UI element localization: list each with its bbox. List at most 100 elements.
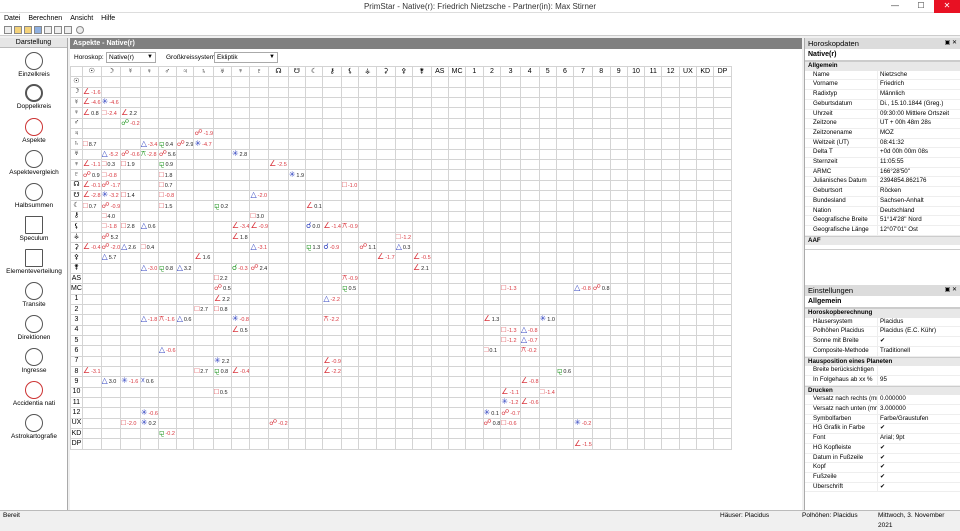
close-button[interactable]: ✕: [934, 0, 960, 13]
aspect-cell[interactable]: △3.2: [175, 262, 195, 274]
aspect-cell[interactable]: [120, 428, 141, 440]
aspect-cell[interactable]: [322, 303, 342, 316]
aspect-cell[interactable]: [555, 262, 575, 274]
aspect-cell[interactable]: [430, 190, 449, 202]
aspect-cell[interactable]: [465, 200, 484, 212]
aspect-cell[interactable]: [555, 117, 575, 130]
aspect-cell[interactable]: ✳0.2: [139, 417, 159, 430]
aspect-cell[interactable]: [626, 231, 646, 243]
aspect-cell[interactable]: [591, 324, 611, 336]
aspect-cell[interactable]: [482, 210, 502, 223]
aspect-cell[interactable]: [713, 138, 732, 150]
aspect-cell[interactable]: [591, 169, 611, 181]
aspect-cell[interactable]: [626, 376, 646, 388]
aspect-cell[interactable]: [193, 407, 215, 419]
aspect-cell[interactable]: [175, 355, 195, 367]
aspect-cell[interactable]: [120, 169, 141, 181]
aspect-cell[interactable]: [175, 190, 195, 202]
aspect-cell[interactable]: [376, 283, 396, 295]
property-row[interactable]: Uhrzeit 09:30:00 Mittlere Ortszeit: [805, 109, 960, 120]
aspect-cell[interactable]: [661, 190, 680, 202]
aspect-cell[interactable]: [175, 365, 195, 378]
aspect-cell[interactable]: [249, 138, 270, 150]
aspect-cell[interactable]: [358, 117, 378, 130]
aspect-cell[interactable]: [696, 179, 715, 192]
aspect-cell[interactable]: [394, 293, 413, 305]
aspect-cell[interactable]: [213, 190, 232, 202]
aspect-cell[interactable]: □-0.6: [500, 417, 521, 430]
aspect-cell[interactable]: [340, 138, 360, 150]
aspect-cell[interactable]: [465, 179, 484, 192]
aspect-cell[interactable]: [358, 179, 378, 192]
aspect-cell[interactable]: [376, 376, 396, 388]
aspect-cell[interactable]: [538, 210, 557, 223]
aspect-cell[interactable]: [249, 438, 270, 450]
aspect-cell[interactable]: [81, 148, 102, 161]
aspect-cell[interactable]: [100, 386, 122, 399]
aspect-cell[interactable]: ✳-1.6: [120, 376, 141, 388]
aspect-cell[interactable]: [394, 417, 413, 430]
aspect-cell[interactable]: [696, 252, 715, 264]
aspect-cell[interactable]: [573, 428, 593, 440]
aspect-cell[interactable]: □0.4: [139, 241, 159, 254]
aspect-cell[interactable]: [81, 417, 102, 430]
aspect-cell[interactable]: [573, 386, 593, 399]
aspect-cell[interactable]: [81, 345, 102, 357]
aspect-cell[interactable]: [322, 417, 342, 430]
aspect-cell[interactable]: [609, 293, 628, 305]
aspect-cell[interactable]: [500, 241, 521, 254]
nav-aspekte[interactable]: Aspekte: [0, 118, 68, 144]
aspect-cell[interactable]: [376, 428, 396, 440]
aspect-cell[interactable]: [555, 97, 575, 109]
aspect-cell[interactable]: [626, 293, 646, 305]
aspect-cell[interactable]: [538, 200, 557, 212]
aspect-cell[interactable]: [696, 438, 715, 450]
aspect-cell[interactable]: [447, 138, 467, 150]
aspect-cell[interactable]: [626, 283, 646, 295]
aspect-cell[interactable]: [519, 138, 540, 150]
aspect-cell[interactable]: [394, 210, 413, 223]
aspect-cell[interactable]: [661, 117, 680, 130]
aspect-cell[interactable]: ⚼-0.2: [157, 428, 177, 440]
aspect-cell[interactable]: [482, 365, 502, 378]
aspect-cell[interactable]: [213, 159, 232, 171]
aspect-cell[interactable]: [696, 138, 715, 150]
aspect-cell[interactable]: ∠1.8: [230, 231, 251, 243]
aspect-cell[interactable]: [157, 221, 177, 233]
aspect-cell[interactable]: [644, 262, 663, 274]
aspect-cell[interactable]: [573, 262, 593, 274]
aspect-cell[interactable]: [696, 345, 715, 357]
aspect-cell[interactable]: [519, 252, 540, 264]
aspect-cell[interactable]: [678, 107, 698, 119]
aspect-cell[interactable]: [609, 107, 628, 119]
aspect-cell[interactable]: [175, 345, 195, 357]
aspect-cell[interactable]: [696, 314, 715, 326]
aspect-cell[interactable]: [411, 283, 432, 295]
aspect-cell[interactable]: [696, 190, 715, 202]
aspect-cell[interactable]: [193, 324, 215, 336]
aspect-cell[interactable]: [394, 117, 413, 130]
aspect-cell[interactable]: [538, 438, 557, 450]
aspect-cell[interactable]: [376, 190, 396, 202]
aspect-cell[interactable]: [626, 314, 646, 326]
aspect-cell[interactable]: [538, 97, 557, 109]
aspect-cell[interactable]: [358, 283, 378, 295]
aspect-cell[interactable]: [358, 355, 378, 367]
aspect-cell[interactable]: [322, 148, 342, 161]
aspect-cell[interactable]: [358, 97, 378, 109]
aspect-cell[interactable]: [661, 303, 680, 316]
aspect-cell[interactable]: [713, 190, 732, 202]
nav-aspektevergleich[interactable]: Aspektevergleich: [0, 150, 68, 176]
aspect-cell[interactable]: □2.2: [213, 272, 232, 285]
aspect-cell[interactable]: [249, 159, 270, 171]
aspect-cell[interactable]: [644, 200, 663, 212]
aspect-cell[interactable]: [100, 293, 122, 305]
aspect-cell[interactable]: [157, 355, 177, 367]
aspect-cell[interactable]: [573, 303, 593, 316]
aspect-cell[interactable]: [644, 138, 663, 150]
aspect-cell[interactable]: [268, 293, 289, 305]
aspect-cell[interactable]: [287, 334, 307, 347]
aspect-cell[interactable]: [411, 190, 432, 202]
aspect-cell[interactable]: [139, 283, 159, 295]
setting-row[interactable]: Font Arial; 9pt: [805, 434, 960, 444]
